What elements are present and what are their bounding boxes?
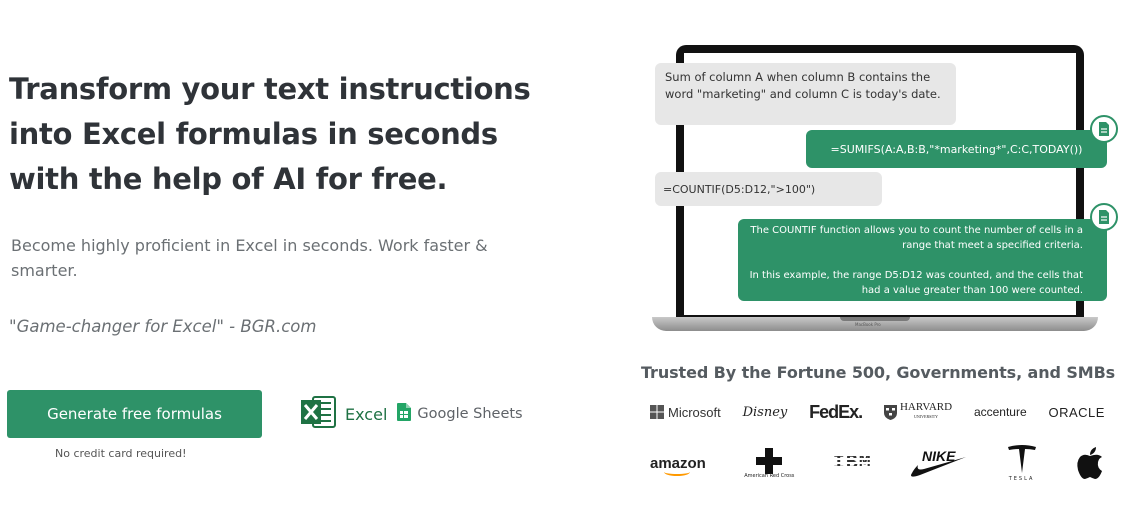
hero-subheadline: Become highly proficient in Excel in sec… xyxy=(11,236,488,280)
customer-logos-row-1: Microsoft Disney Fed Ex. HARVARD UNIVERSI… xyxy=(650,398,1105,426)
harvard-subtext: UNIVERSITY xyxy=(914,414,939,419)
excel-app: Excel xyxy=(299,394,387,434)
apple-logo xyxy=(1075,446,1105,480)
generate-formulas-button[interactable]: Generate free formulas xyxy=(7,390,262,438)
excel-label: Excel xyxy=(345,404,388,424)
tesla-t-icon xyxy=(1007,445,1036,473)
document-icon xyxy=(1090,115,1118,143)
harvard-text: HARVARD UNIVERSITY xyxy=(900,402,952,422)
explanation-paragraph-2: In this example, the range D5:D12 was co… xyxy=(749,270,1083,296)
explanation-paragraph-1: The COUNTIF function allows you to count… xyxy=(750,225,1083,251)
bot-formula-bubble-1: =SUMIFS(A:A,B:B,"*marketing*",C:C,TODAY(… xyxy=(806,130,1107,168)
apple-icon xyxy=(1077,447,1102,479)
press-quote: "Game-changer for Excel" - BGR.com xyxy=(9,317,317,336)
headline-line-1: Transform your text instructions xyxy=(9,72,531,106)
bot-explanation-bubble: The COUNTIF function allows you to count… xyxy=(738,219,1107,301)
user-prompt-bubble-2: =COUNTIF(D5:D12,">100") xyxy=(655,172,882,206)
fedex-fed: Fed xyxy=(809,401,839,422)
excel-icon xyxy=(299,394,337,434)
google-sheets-label: Google Sheets xyxy=(417,406,523,422)
laptop-brand: MacBook Pro xyxy=(855,322,881,327)
tesla-text: TESLA xyxy=(1008,476,1035,482)
supported-apps: Excel Google Sheets xyxy=(299,396,523,432)
google-sheets-app: Google Sheets xyxy=(397,403,523,425)
hero-headline: Transform your text instructions into Ex… xyxy=(9,67,539,202)
microsoft-logo: Microsoft xyxy=(650,405,721,420)
accenture-logo: accenture xyxy=(973,405,1027,419)
google-sheets-icon xyxy=(397,403,412,425)
red-cross-logo: American Red Cross xyxy=(744,447,795,479)
hero-section: Transform your text instructions into Ex… xyxy=(7,0,549,531)
tesla-logo: TESLA xyxy=(1007,444,1037,482)
laptop-base: MacBook Pro xyxy=(652,317,1098,331)
amazon-logo: amazon xyxy=(650,454,706,476)
disney-logo: Disney xyxy=(742,404,788,420)
ibm-logo: IBM xyxy=(832,451,872,475)
harvard-shield-icon xyxy=(883,404,897,420)
laptop-notch xyxy=(840,317,910,321)
headline-line-2: into Excel formulas in seconds xyxy=(9,117,498,151)
headline-line-3: with the help of AI for free. xyxy=(9,162,448,196)
nike-swoosh-icon: NIKE xyxy=(911,448,967,477)
red-cross-icon xyxy=(756,447,783,474)
microsoft-icon xyxy=(650,405,664,419)
fedex-logo: Fed Ex. xyxy=(809,401,863,423)
customer-logos-row-2: amazon American Red Cross IBM NIKE TESLA xyxy=(650,438,1105,488)
harvard-logo: HARVARD UNIVERSITY xyxy=(883,402,952,422)
document-icon xyxy=(1090,203,1118,231)
red-cross-text: American Red Cross xyxy=(744,472,795,479)
fedex-ex: Ex. xyxy=(838,401,863,422)
nike-logo: NIKE xyxy=(910,447,968,479)
user-prompt-bubble-1: Sum of column A when column B contains t… xyxy=(655,63,956,125)
trusted-by-title: Trusted By the Fortune 500, Governments,… xyxy=(641,363,1116,382)
microsoft-text: Microsoft xyxy=(668,404,721,420)
nike-text: NIKE xyxy=(922,448,956,464)
oracle-logo: ORACLE xyxy=(1048,404,1105,420)
no-credit-card-note: No credit card required! xyxy=(55,447,187,460)
